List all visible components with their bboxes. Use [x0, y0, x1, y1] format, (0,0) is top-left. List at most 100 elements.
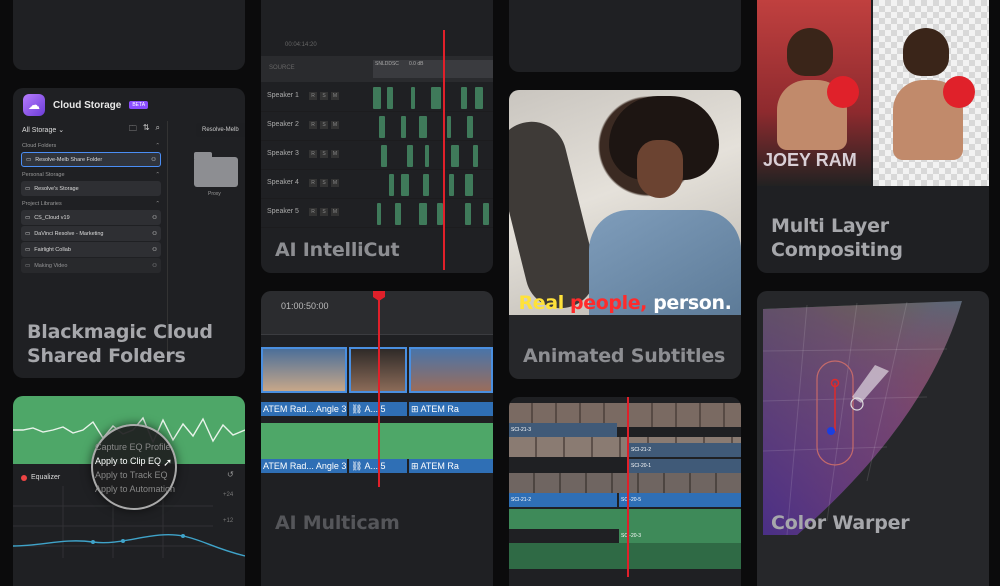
track-label: Speaker 5 — [267, 208, 299, 215]
track-controls: RSM — [309, 179, 339, 187]
audio-clip[interactable] — [475, 87, 483, 109]
list-item[interactable]: ▭ CS_Cloud v19 ⚇ — [21, 210, 161, 225]
track-s-button[interactable]: S — [320, 179, 328, 187]
collapse-icon[interactable]: ⌃ — [155, 172, 160, 178]
audio-clip[interactable] — [447, 116, 451, 138]
list-item[interactable]: ▭ Making Video ⚇ — [21, 258, 161, 273]
clip-label[interactable]: SCI-21-2 — [509, 493, 617, 507]
track-s-button[interactable]: S — [320, 150, 328, 158]
audio-clip[interactable] — [419, 116, 427, 138]
card-title-intellicut: AI IntelliCut — [275, 239, 400, 261]
audio-clip[interactable] — [465, 203, 471, 225]
link-icon: ⛓ — [351, 404, 365, 414]
list-item[interactable]: ▭ DaVinci Resolve - Marketing ⚇ — [21, 226, 161, 241]
card-title-cloud: Blackmagic Cloud Shared Folders — [27, 321, 213, 367]
audio-clip[interactable] — [425, 145, 429, 167]
clip-label[interactable]: ⊞ ATEM Ra — [409, 402, 493, 416]
list-item[interactable]: ▭ Resolve's Storage — [21, 181, 161, 196]
track-r-button[interactable]: R — [309, 92, 317, 100]
menu-item-apply-clip-eq[interactable]: Apply to Clip EQ — [95, 456, 161, 466]
audio-clip[interactable] — [431, 87, 441, 109]
audio-clip[interactable] — [395, 203, 401, 225]
new-folder-icon[interactable]: 🗀 — [129, 123, 137, 137]
audio-clip[interactable] — [509, 509, 741, 529]
card-top-stub-1 — [13, 0, 245, 70]
audio-clip[interactable] — [377, 203, 381, 225]
collapse-icon[interactable]: ⌃ — [155, 201, 160, 207]
track-row[interactable]: Speaker 3 RSM — [261, 142, 493, 170]
menu-item-apply-automation[interactable]: Apply to Automation — [95, 484, 175, 494]
audio-clip[interactable] — [465, 174, 473, 196]
track-m-button[interactable]: M — [331, 92, 339, 100]
track-m-button[interactable]: M — [331, 208, 339, 216]
equalizer-label: Equalizer — [31, 474, 61, 481]
clip-label[interactable]: SCI-21-3 — [509, 423, 617, 437]
audio-clip[interactable] — [381, 145, 387, 167]
cloud-storage-logo-icon: ☁ — [23, 94, 45, 116]
audio-clip[interactable] — [423, 174, 429, 196]
collapse-icon[interactable]: ⌃ — [155, 143, 160, 149]
clip-label[interactable]: SCI-20-5 — [619, 493, 741, 507]
track-r-button[interactable]: R — [309, 179, 317, 187]
folder-icon[interactable] — [194, 152, 238, 187]
track-s-button[interactable]: S — [320, 121, 328, 129]
audio-clip[interactable] — [407, 145, 413, 167]
track-row[interactable]: Speaker 2 RSM — [261, 113, 493, 141]
storage-dropdown[interactable]: All Storage ⌄ — [22, 126, 64, 134]
audio-clip[interactable] — [401, 174, 409, 196]
track-m-button[interactable]: M — [331, 179, 339, 187]
clip-label[interactable]: ATEM Rad... Angle 3 — [261, 459, 347, 473]
track-s-button[interactable]: S — [320, 92, 328, 100]
track-r-button[interactable]: R — [309, 150, 317, 158]
audio-clip[interactable] — [261, 423, 493, 459]
playhead[interactable] — [378, 297, 380, 487]
card-color-warper: Color Warper — [757, 291, 989, 586]
clip-label[interactable]: SCI-20-3 — [619, 529, 741, 543]
playhead[interactable] — [627, 397, 629, 577]
audio-clip[interactable] — [389, 174, 394, 196]
track-label: Speaker 2 — [267, 121, 299, 128]
audio-clip[interactable] — [373, 87, 381, 109]
audio-clip[interactable] — [451, 145, 459, 167]
audio-clip[interactable] — [467, 116, 473, 138]
boxer-cutout — [873, 0, 989, 186]
audio-clip[interactable] — [419, 203, 427, 225]
track-row[interactable]: Speaker 4 RSM — [261, 171, 493, 199]
playhead[interactable] — [443, 30, 445, 270]
audio-clip[interactable] — [509, 543, 741, 569]
audio-clip[interactable] — [483, 203, 489, 225]
audio-clip[interactable] — [401, 116, 406, 138]
menu-item-apply-track-eq[interactable]: Apply to Track EQ — [95, 470, 168, 480]
clip-thumbnail[interactable] — [261, 347, 347, 393]
track-row[interactable]: Speaker 1 RSM — [261, 84, 493, 112]
track-r-button[interactable]: R — [309, 208, 317, 216]
track-controls: RSM — [309, 121, 339, 129]
track-row[interactable]: Speaker 5 RSM — [261, 200, 493, 228]
audio-clip[interactable] — [379, 116, 385, 138]
enable-dot-icon[interactable] — [21, 474, 27, 481]
menu-item-capture-eq[interactable]: Capture EQ Profile — [95, 442, 171, 452]
audio-clip[interactable] — [387, 87, 393, 109]
share-icon: ⚇ — [152, 214, 157, 221]
track-s-button[interactable]: S — [320, 208, 328, 216]
audio-clip[interactable] — [473, 145, 478, 167]
audio-clip[interactable] — [449, 174, 454, 196]
sort-icon[interactable]: ⇅ — [143, 123, 150, 137]
clip-label[interactable]: ⊞ ATEM Ra — [409, 459, 493, 473]
list-item[interactable]: ▭ Resolve-Melb Share Folder ⚇ — [21, 152, 161, 167]
clip-thumbnail[interactable] — [409, 347, 493, 393]
track-m-button[interactable]: M — [331, 121, 339, 129]
clip-label[interactable]: ATEM Rad... Angle 3 — [261, 402, 347, 416]
tab-resolve-melb[interactable]: Resolve-Melb — [196, 123, 245, 137]
audio-clip[interactable] — [411, 87, 415, 109]
track-m-button[interactable]: M — [331, 150, 339, 158]
search-icon[interactable]: ⌕ — [156, 123, 160, 137]
subtitle-word: people, — [570, 292, 654, 314]
timecode: 00:04:14:20 — [285, 42, 317, 48]
audio-clip[interactable] — [461, 87, 467, 109]
reset-icon[interactable]: ↺ — [227, 470, 234, 479]
list-item[interactable]: ▭ Fairlight Collab ⚇ — [21, 242, 161, 257]
track-r-button[interactable]: R — [309, 121, 317, 129]
clip-label[interactable]: SCI-21-2 — [629, 443, 741, 457]
clip-label[interactable]: SCI-20-1 — [629, 459, 741, 473]
